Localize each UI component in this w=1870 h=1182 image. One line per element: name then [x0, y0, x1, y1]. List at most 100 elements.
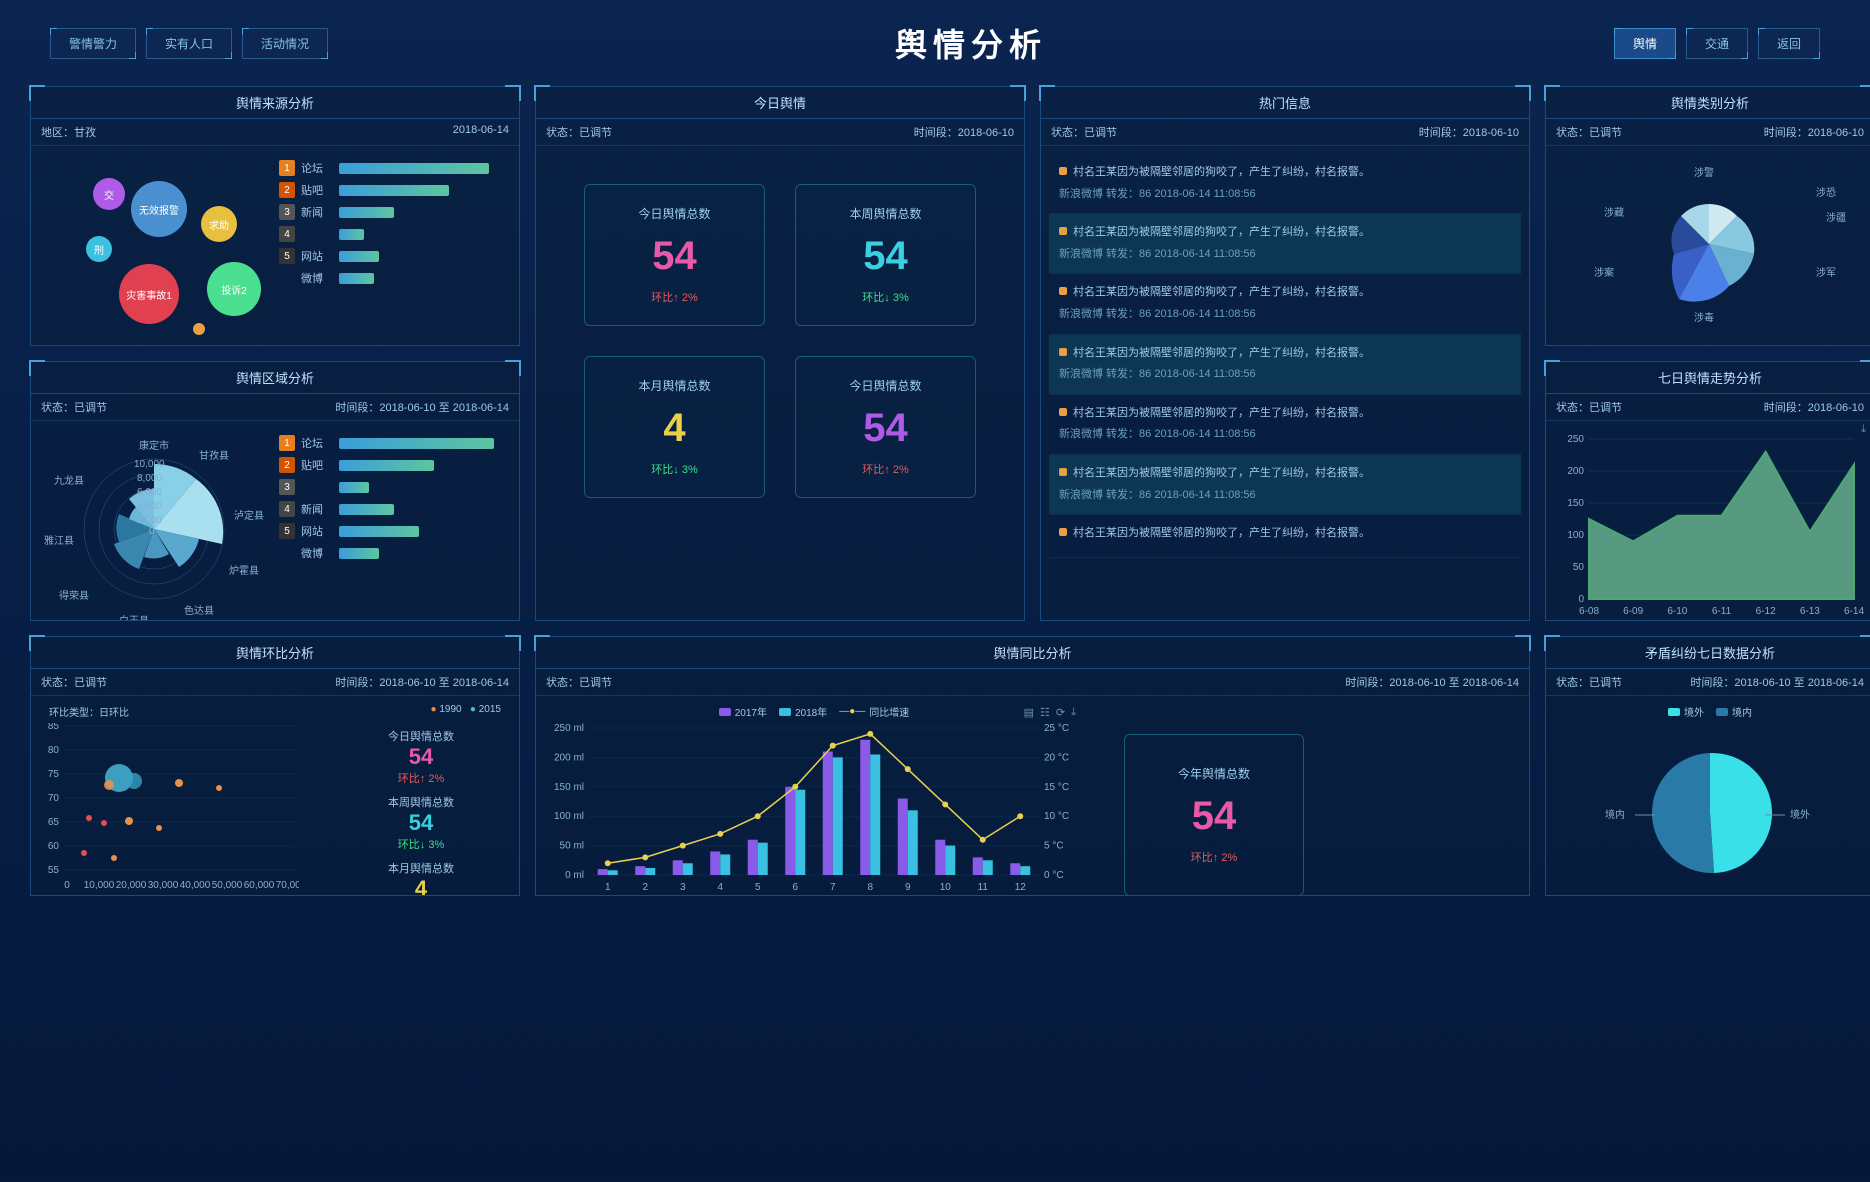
svg-text:0 °C: 0 °C	[1044, 870, 1064, 881]
panel-title: 舆情类别分析	[1546, 87, 1870, 119]
svg-text:7: 7	[830, 882, 836, 893]
svg-text:55: 55	[48, 865, 60, 876]
svg-text:0: 0	[149, 526, 155, 537]
svg-text:9: 9	[905, 882, 911, 893]
pie-chart: 境内 境外	[1554, 723, 1866, 895]
news-list[interactable]: 村名王某因为被隔壁邻居的狗咬了，产生了纠纷，村名报警。新浪微博 转发：86 20…	[1049, 154, 1521, 612]
panel-area: 舆情区域分析 状态：已调节时间段：2018-06-10 至 2018-06-14	[30, 361, 520, 621]
rose-chart: 涉警 涉恐 涉藏 涉疆 涉军 涉毒 涉案	[1554, 154, 1866, 334]
chart-toolbar: ▤ ☷ ⟳ ⤓	[1024, 706, 1076, 719]
svg-text:20,000: 20,000	[116, 880, 147, 891]
area-bar-chart: 1论坛2贴吧34新闻5网站微博	[279, 435, 511, 561]
nav-btn[interactable]: 返回	[1758, 28, 1820, 59]
cat-label: 涉案	[1594, 264, 1614, 279]
stack-icon[interactable]: ▤	[1024, 706, 1034, 719]
svg-text:25 °C: 25 °C	[1044, 723, 1069, 734]
hbar-row: 2贴吧	[279, 182, 511, 198]
news-item[interactable]: 村名王某因为被隔壁邻居的狗咬了，产生了纠纷，村名报警。新浪微博 转发：86 20…	[1049, 395, 1521, 455]
svg-text:40,000: 40,000	[180, 880, 211, 891]
svg-text:九龙县: 九龙县	[54, 474, 84, 487]
status-label: 状态：已调节	[546, 674, 612, 690]
hbar-row: 4	[279, 226, 511, 242]
svg-text:250: 250	[1567, 434, 1584, 445]
stat-mini: 本月舆情总数4环比↓ 3%	[341, 860, 501, 895]
svg-text:70: 70	[48, 793, 60, 804]
panel-title: 七日舆情走势分析	[1546, 362, 1870, 394]
stat-box: 今日舆情总数54环比↑ 2%	[584, 184, 765, 326]
hbar-row: 5网站	[279, 523, 511, 539]
date-label: 时间段：2018-06-10	[1764, 124, 1864, 140]
svg-text:60: 60	[48, 841, 60, 852]
panel-yoy: 舆情同比分析 状态：已调节时间段：2018-06-10 至 2018-06-14…	[535, 636, 1530, 896]
panel-source: 舆情来源分析 地区：甘孜2018-06-14 交无效报警求助刑灾害事故1投诉2 …	[30, 86, 520, 346]
svg-text:6-13: 6-13	[1800, 606, 1820, 617]
svg-text:境内: 境内	[1605, 808, 1625, 821]
svg-text:70,000: 70,000	[276, 880, 299, 891]
svg-text:60,000: 60,000	[244, 880, 275, 891]
page-title: 舆情分析	[328, 20, 1614, 66]
svg-text:境外: 境外	[1790, 808, 1810, 821]
chart-toolbar: ⤓	[1861, 423, 1866, 436]
panel-trend: 七日舆情走势分析 状态：已调节时间段：2018-06-10 ⤓ 6-086-09…	[1545, 361, 1870, 621]
panel-today: 今日舆情 状态：已调节时间段：2018-06-10 今日舆情总数54环比↑ 2%…	[535, 86, 1025, 621]
hbar-row: 2贴吧	[279, 457, 511, 473]
nav-btn[interactable]: 交通	[1686, 28, 1748, 59]
news-item[interactable]: 村名王某因为被隔壁邻居的狗咬了，产生了纠纷，村名报警。新浪微博 转发：86 20…	[1049, 274, 1521, 334]
status-label: 状态：已调节	[546, 124, 612, 140]
svg-text:100 ml: 100 ml	[554, 811, 584, 822]
radar-chart: 康定市 甘孜县 泸定县 炉霍县 色达县 白玉县 得荣县 雅江县 九龙县 10,0…	[39, 429, 269, 620]
nav-btn[interactable]: 活动情况	[242, 28, 328, 59]
svg-text:50: 50	[1573, 562, 1585, 573]
stat-mini: 今日舆情总数54环比↑ 2%	[341, 728, 501, 786]
svg-text:11: 11	[978, 882, 989, 893]
status-label: 状态：已调节	[41, 674, 107, 690]
nav-btn[interactable]: 实有人口	[146, 28, 232, 59]
nav-btn[interactable]: 警情警力	[50, 28, 136, 59]
news-item[interactable]: 村名王某因为被隔壁邻居的狗咬了，产生了纠纷，村名报警。新浪微博 转发：86 20…	[1049, 455, 1521, 515]
trend-area-chart: 6-086-096-106-116-126-136-14 05010015020…	[1554, 429, 1864, 619]
svg-text:4: 4	[717, 882, 723, 893]
svg-text:2,000: 2,000	[137, 515, 162, 526]
svg-text:6-14: 6-14	[1844, 606, 1864, 617]
svg-text:10 °C: 10 °C	[1044, 811, 1069, 822]
date-label: 时间段：2018-06-10 至 2018-06-14	[1345, 674, 1519, 690]
nav-right: 舆情交通返回	[1614, 28, 1820, 59]
status-label: 状态：已调节	[1556, 399, 1622, 415]
svg-text:色达县: 色达县	[184, 604, 214, 617]
download-icon[interactable]: ⤓	[1861, 423, 1866, 436]
status-label: 状态：已调节	[1556, 674, 1622, 690]
svg-text:75: 75	[48, 769, 60, 780]
panel-title: 热门信息	[1041, 87, 1529, 119]
hbar-row: 3新闻	[279, 204, 511, 220]
news-item[interactable]: 村名王某因为被隔壁邻居的狗咬了，产生了纠纷，村名报警。新浪微博 转发：86 20…	[1049, 335, 1521, 395]
stat-box: 本月舆情总数4环比↓ 3%	[584, 356, 765, 498]
hbar-row: 1论坛	[279, 160, 511, 176]
tile-icon[interactable]: ☷	[1040, 706, 1050, 719]
svg-text:8: 8	[867, 882, 873, 893]
cat-label: 涉警	[1694, 164, 1714, 179]
hbar-row: 微博	[279, 270, 511, 286]
status-label: 状态：已调节	[1556, 124, 1622, 140]
hbar-row: 微博	[279, 545, 511, 561]
download-icon[interactable]: ⤓	[1071, 706, 1076, 719]
ring-stats: 今日舆情总数54环比↑ 2%本周舆情总数54环比↓ 3%本月舆情总数4环比↓ 3…	[331, 723, 511, 895]
svg-text:50 ml: 50 ml	[560, 841, 584, 852]
svg-text:康定市: 康定市	[139, 439, 169, 452]
nav-btn[interactable]: 舆情	[1614, 28, 1676, 59]
svg-text:200: 200	[1567, 466, 1584, 477]
date-label: 2018-06-14	[453, 124, 509, 140]
panel-dispute: 矛盾纠纷七日数据分析 状态：已调节时间段：2018-06-10 至 2018-0…	[1545, 636, 1870, 896]
bubble: 求助	[201, 206, 237, 242]
news-item[interactable]: 村名王某因为被隔壁邻居的狗咬了，产生了纠纷，村名报警。新浪微博 转发：86 20…	[1049, 154, 1521, 214]
svg-text:得荣县: 得荣县	[59, 590, 89, 602]
svg-text:甘孜县: 甘孜县	[199, 449, 229, 462]
refresh-icon[interactable]: ⟳	[1056, 706, 1065, 719]
bubble: 交	[93, 178, 125, 210]
svg-text:15 °C: 15 °C	[1044, 782, 1069, 793]
svg-text:6,000: 6,000	[137, 487, 162, 498]
cat-label: 涉藏	[1604, 204, 1624, 219]
svg-text:3: 3	[680, 882, 686, 893]
svg-text:20 °C: 20 °C	[1044, 752, 1069, 763]
news-item[interactable]: 村名王某因为被隔壁邻居的狗咬了，产生了纠纷，村名报警。新浪微博 转发：86 20…	[1049, 214, 1521, 274]
news-item[interactable]: 村名王某因为被隔壁邻居的狗咬了，产生了纠纷，村名报警。	[1049, 515, 1521, 558]
